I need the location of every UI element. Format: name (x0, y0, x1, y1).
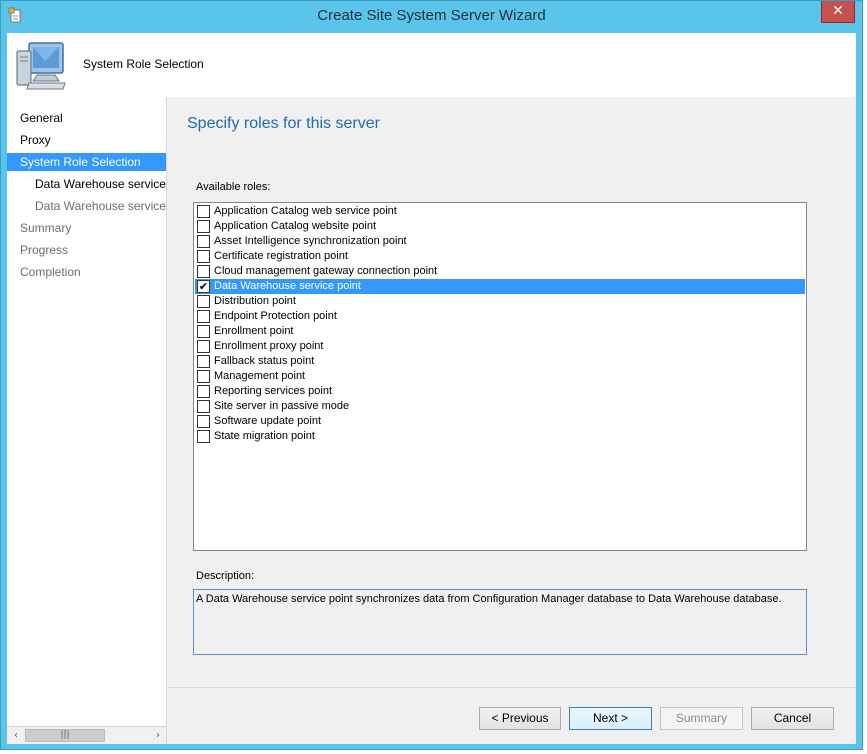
previous-button[interactable]: < Previous (479, 707, 561, 730)
role-checkbox[interactable] (197, 250, 210, 263)
summary-button: Summary (660, 707, 743, 730)
roles-list[interactable]: Application Catalog web service point App… (193, 202, 807, 551)
role-row[interactable]: Enrollment proxy point (195, 339, 805, 354)
role-row[interactable]: Asset Intelligence synchronization point (195, 234, 805, 249)
role-label: Fallback status point (214, 355, 315, 367)
wizard-header: System Role Selection (7, 33, 856, 97)
role-checkbox[interactable]: ✔ (197, 280, 210, 293)
computer-icon (16, 42, 66, 90)
role-label: Site server in passive mode (214, 400, 350, 412)
role-label: Enrollment point (214, 325, 294, 337)
role-row[interactable]: State migration point (195, 429, 805, 444)
nav-horizontal-scrollbar[interactable]: ‹ ||| › (7, 726, 166, 743)
nav-item-proxy[interactable]: Proxy (7, 131, 166, 149)
nav-item-system-role-selection[interactable]: System Role Selection (7, 153, 166, 171)
role-label: Management point (214, 370, 306, 382)
role-label: Application Catalog web service point (214, 205, 397, 217)
scroll-thumb[interactable]: ||| (25, 729, 105, 742)
role-label: Reporting services point (214, 385, 333, 397)
role-checkbox[interactable] (197, 400, 210, 413)
description-box: A Data Warehouse service point synchroni… (193, 589, 807, 655)
role-label: Distribution point (214, 295, 296, 307)
scroll-right-button[interactable]: › (150, 728, 166, 743)
role-checkbox[interactable] (197, 415, 210, 428)
wizard-content: Specify roles for this server Available … (168, 97, 856, 744)
role-checkbox[interactable] (197, 430, 210, 443)
role-row[interactable]: Certificate registration point (195, 249, 805, 264)
nav-item-general[interactable]: General (7, 109, 166, 127)
role-checkbox[interactable] (197, 205, 210, 218)
role-label: Cloud management gateway connection poin… (214, 265, 438, 277)
role-row[interactable]: Management point (195, 369, 805, 384)
scroll-left-button[interactable]: ‹ (8, 728, 24, 743)
role-checkbox[interactable] (197, 385, 210, 398)
role-row[interactable]: Reporting services point (195, 384, 805, 399)
role-row[interactable]: Fallback status point (195, 354, 805, 369)
role-checkbox[interactable] (197, 220, 210, 233)
available-roles-label: Available roles: (196, 181, 271, 193)
role-label: Asset Intelligence synchronization point (214, 235, 407, 247)
role-label: Certificate registration point (214, 250, 348, 262)
role-checkbox[interactable] (197, 370, 210, 383)
close-icon: ✕ (832, 3, 844, 19)
description-label: Description: (196, 570, 255, 582)
checkmark-icon: ✔ (198, 280, 209, 293)
wizard-nav: General Proxy System Role Selection Data… (7, 97, 167, 744)
window-title: Create Site System Server Wizard (317, 7, 546, 24)
role-label: State migration point (214, 430, 315, 442)
role-checkbox[interactable] (197, 265, 210, 278)
role-label: Software update point (214, 415, 322, 427)
role-label: Enrollment proxy point (214, 340, 324, 352)
role-row[interactable]: Site server in passive mode (195, 399, 805, 414)
nav-item-completion: Completion (20, 265, 81, 279)
role-checkbox[interactable] (197, 310, 210, 323)
header-title: System Role Selection (83, 57, 204, 71)
role-checkbox[interactable] (197, 355, 210, 368)
role-label: Endpoint Protection point (214, 310, 337, 322)
nav-item-summary: Summary (20, 221, 72, 235)
role-row[interactable]: Distribution point (195, 294, 805, 309)
role-checkbox[interactable] (197, 295, 210, 308)
nav-item-data-warehouse-service-point-2: Data Warehouse service point (35, 199, 166, 213)
title-bar[interactable]: Create Site System Server Wizard ✕ (1, 1, 862, 33)
role-row[interactable]: Application Catalog web service point (195, 204, 805, 219)
next-button[interactable]: Next > (569, 707, 652, 730)
wizard-window: Create Site System Server Wizard ✕ Syste… (0, 0, 863, 750)
role-row[interactable]: Cloud management gateway connection poin… (195, 264, 805, 279)
role-checkbox[interactable] (197, 340, 210, 353)
role-row[interactable]: Enrollment point (195, 324, 805, 339)
page-title: Specify roles for this server (187, 115, 380, 132)
role-row[interactable]: Endpoint Protection point (195, 309, 805, 324)
role-row[interactable]: Software update point (195, 414, 805, 429)
nav-item-progress: Progress (20, 243, 69, 257)
close-button[interactable]: ✕ (821, 1, 855, 23)
role-row[interactable]: ✔ Data Warehouse service point (195, 279, 805, 294)
role-label: Application Catalog website point (214, 220, 377, 232)
role-checkbox[interactable] (197, 235, 210, 248)
nav-item-data-warehouse-service-point[interactable]: Data Warehouse service point (7, 175, 166, 193)
cancel-button[interactable]: Cancel (751, 707, 834, 730)
footer-separator (168, 687, 856, 688)
role-checkbox[interactable] (197, 325, 210, 338)
role-row[interactable]: Application Catalog website point (195, 219, 805, 234)
role-label: Data Warehouse service point (214, 280, 361, 292)
wizard-client-area: System Role Selection General Proxy Syst… (7, 33, 856, 744)
